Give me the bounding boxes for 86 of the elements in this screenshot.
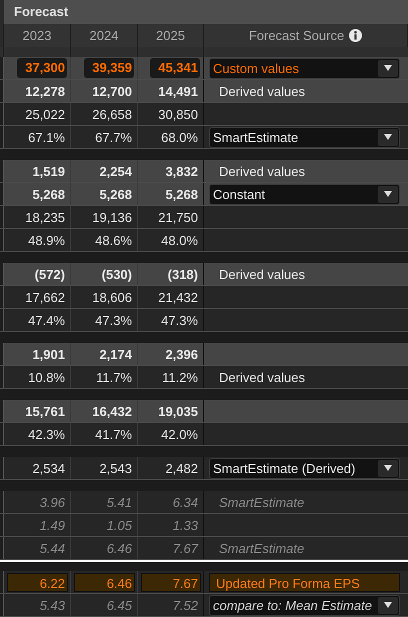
value-cell: 12,700 [92,84,132,98]
value-cell: 1.33 [172,518,198,532]
value-cell: (572) [34,266,65,282]
value-input[interactable]: 39,359 [84,58,134,78]
source-label: Derived values [218,266,305,282]
value-cell: 30,850 [158,106,198,122]
value-cell: 42.0% [161,426,198,442]
column-header: 2023 [22,28,52,43]
value-cell: 7.52 [172,598,198,612]
info-icon[interactable] [349,29,362,42]
value-input[interactable]: 7.67 [141,572,201,592]
value-cell: 2,543 [99,460,132,476]
column-header: Forecast Source [248,28,344,43]
caret-icon [384,465,392,471]
value-cell: 67.1% [28,130,65,144]
value-cell: (530) [102,266,132,282]
value-cell: 15,761 [25,404,65,418]
value-cell: 6.46 [106,540,132,556]
value-cell: 47.3% [95,312,132,328]
value-cell: 2,396 [165,346,198,362]
source-dropdown[interactable]: SmartEstimate [209,126,400,148]
value-cell: 26,658 [92,106,132,122]
value-cell: 19,035 [158,404,198,418]
value-cell: 5,268 [99,186,132,202]
value-cell: 16,432 [92,404,132,418]
source-dropdown[interactable]: compare to: Mean Estimate [209,594,400,616]
value-cell: 21,750 [158,210,198,224]
value-cell: 1.49 [40,518,65,532]
value-cell: 47.4% [28,312,65,328]
value-cell: 18,606 [92,290,132,304]
value-cell: 14,491 [158,84,198,98]
source-label: Derived values [218,164,305,178]
panel-title: Forecast [0,0,408,24]
source-label: Derived values [218,370,305,384]
value-cell: 47.3% [161,312,198,328]
value-cell: 48.9% [28,232,65,248]
value-cell: 5,268 [32,186,65,202]
source-dropdown[interactable]: Custom values [209,58,400,78]
value-input[interactable]: 6.46 [74,572,135,592]
caret-icon [384,191,392,197]
source-dropdown[interactable]: SmartEstimate (Derived) [209,458,400,478]
value-cell: (318) [168,266,198,282]
value-input[interactable]: 45,341 [150,58,200,78]
value-cell: 25,022 [25,106,65,122]
value-cell: 19,136 [92,210,132,224]
value-cell: 68.0% [161,130,198,144]
value-cell: 2,174 [99,346,132,362]
value-cell: 10.8% [28,370,65,384]
value-cell: 18,235 [25,210,65,224]
value-cell: 5,268 [165,186,198,202]
caret-icon [384,65,392,71]
value-cell: 6.45 [106,598,132,612]
value-input[interactable]: 37,300 [17,58,67,78]
column-header: 2024 [90,28,118,43]
value-cell: 2,482 [165,460,198,476]
caret-icon [384,134,392,140]
value-cell: 11.7% [96,370,132,384]
value-cell: 1.05 [106,518,132,532]
value-cell: 12,278 [25,84,65,98]
caret-icon [384,602,392,608]
value-cell: 48.6% [95,232,132,248]
value-cell: 3.96 [40,494,65,510]
value-cell: 42.3% [28,426,65,442]
value-cell: 41.7% [95,426,132,442]
value-cell: 2,254 [99,164,132,178]
value-cell: 1,901 [32,346,65,362]
source-label: Derived values [218,84,305,98]
value-cell: 6.34 [172,494,198,510]
source-label: SmartEstimate [218,494,304,510]
value-input[interactable]: 6.22 [7,572,68,592]
value-cell: 11.2% [162,370,198,384]
source-field[interactable]: Updated Pro Forma EPS [209,572,400,592]
value-cell: 5.44 [40,540,65,556]
value-cell: 3,832 [165,164,198,178]
source-dropdown[interactable]: Constant [209,184,400,204]
value-cell: 7.67 [172,540,198,556]
value-cell: 67.7% [95,130,132,144]
value-cell: 17,662 [25,290,65,304]
value-cell: 2,534 [32,460,65,476]
value-cell: 21,432 [158,290,198,304]
value-cell: 1,519 [32,164,65,178]
source-label: SmartEstimate [218,540,304,556]
value-cell: 5.43 [40,598,65,612]
column-header: 2025 [156,28,185,43]
value-cell: 48.0% [161,232,198,248]
value-cell: 5.41 [106,494,132,510]
